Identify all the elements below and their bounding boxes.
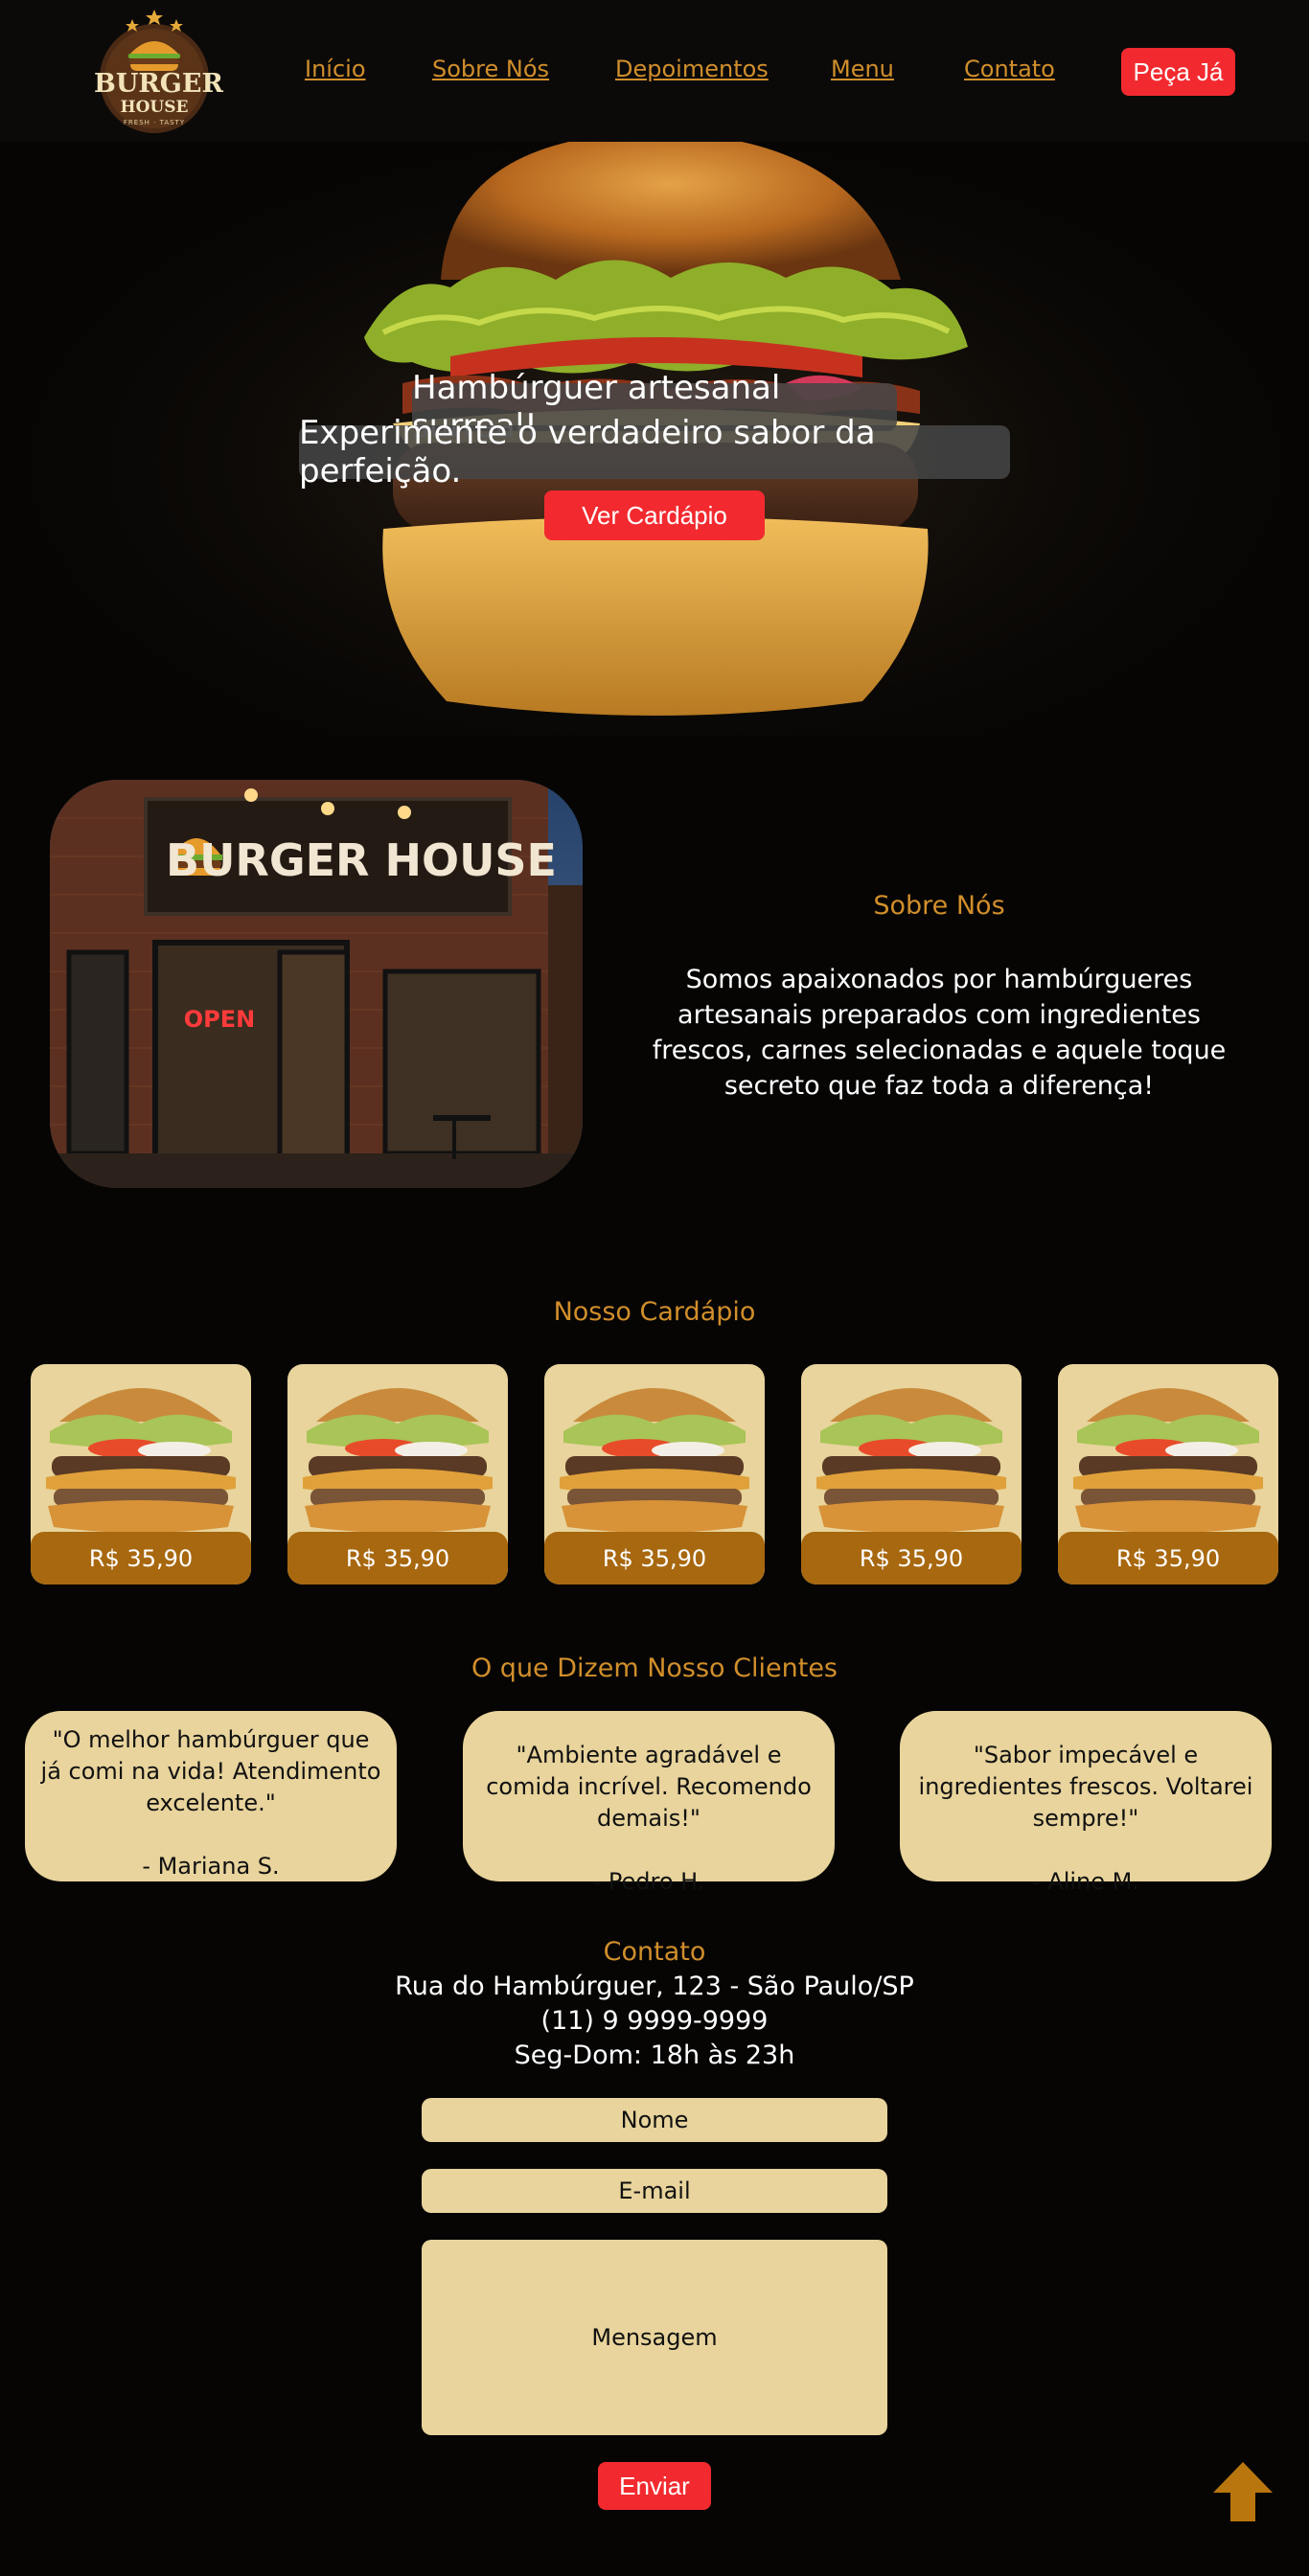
menu-item-price: R$ 35,90 bbox=[31, 1532, 251, 1584]
testimonial-card: "Ambiente agradável e comida incrível. R… bbox=[463, 1711, 835, 1895]
menu-item-price: R$ 35,90 bbox=[801, 1532, 1022, 1584]
contact-address: Rua do Hambúrguer, 123 - São Paulo/SP bbox=[395, 1972, 914, 2001]
message-field[interactable]: Mensagem bbox=[422, 2240, 887, 2435]
nav-link-menu[interactable]: Menu bbox=[831, 56, 894, 82]
hero-section: Hambúrguer artesanal surreal! Experiment… bbox=[0, 126, 1309, 736]
order-now-button[interactable]: Peça Já bbox=[1121, 48, 1235, 96]
back-to-top-button[interactable] bbox=[1211, 2460, 1275, 2523]
testimonial-author: - Mariana S. bbox=[142, 1853, 280, 1880]
menu-burger-image bbox=[46, 1388, 236, 1533]
nav-link-inicio[interactable]: Início bbox=[305, 56, 366, 82]
email-field[interactable] bbox=[422, 2169, 887, 2213]
menu-burger-image bbox=[303, 1388, 493, 1533]
send-button[interactable]: Enviar bbox=[598, 2462, 711, 2510]
about-text: Somos apaixonados por hambúrgueres artes… bbox=[652, 965, 1227, 1101]
testimonial-author: - Pedro H. bbox=[592, 1868, 705, 1895]
menu-burger-image bbox=[1073, 1388, 1263, 1533]
arrow-up-icon bbox=[1213, 2462, 1273, 2521]
menu-item-price: R$ 35,90 bbox=[544, 1532, 765, 1584]
message-placeholder: Mensagem bbox=[591, 2324, 718, 2351]
menu-item-card[interactable]: R$ 35,90 bbox=[287, 1364, 508, 1584]
logo-tagline: FRESH · TASTY bbox=[123, 119, 186, 126]
menu-item-price: R$ 35,90 bbox=[287, 1532, 508, 1584]
menu-burger-image bbox=[560, 1388, 749, 1533]
nav-link-depoimentos[interactable]: Depoimentos bbox=[615, 56, 769, 82]
menu-item-price: R$ 35,90 bbox=[1058, 1532, 1278, 1584]
menu-title: Nosso Cardápio bbox=[553, 1297, 756, 1327]
view-menu-button[interactable]: Ver Cardápio bbox=[544, 490, 765, 540]
testimonial-card: "Sabor impecável e ingredientes frescos.… bbox=[900, 1711, 1272, 1895]
testimonial-author: - Aline M. bbox=[1032, 1868, 1139, 1895]
burger-house-logo[interactable]: BURGER HOUSE FRESH · TASTY bbox=[94, 6, 223, 134]
testimonial-quote: "Ambiente agradável e comida incrível. R… bbox=[486, 1742, 812, 1832]
open-sign: OPEN bbox=[184, 1006, 255, 1033]
contact-title: Contato bbox=[603, 1937, 706, 1967]
testimonials-title: O que Dizem Nosso Clientes bbox=[471, 1653, 838, 1683]
menu-item-card[interactable]: R$ 35,90 bbox=[801, 1364, 1022, 1584]
site-header: BURGER HOUSE FRESH · TASTY Início Sobre … bbox=[0, 0, 1309, 142]
logo-wordmark-sub: HOUSE bbox=[120, 98, 189, 117]
hero-subheadline: Experimente o verdadeiro sabor da perfei… bbox=[299, 414, 1010, 490]
storefront-illustration: BURGER HOUSE OPEN bbox=[50, 780, 583, 1188]
storefront-image: BURGER HOUSE OPEN bbox=[50, 780, 583, 1188]
menu-item-card[interactable]: R$ 35,90 bbox=[1058, 1364, 1278, 1584]
menu-item-card[interactable]: R$ 35,90 bbox=[31, 1364, 251, 1584]
about-title: Sobre Nós bbox=[873, 891, 1005, 921]
testimonial-quote: "Sabor impecável e ingredientes frescos.… bbox=[918, 1742, 1253, 1832]
contact-phone: (11) 9 9999-9999 bbox=[540, 2006, 769, 2036]
name-field[interactable] bbox=[422, 2098, 887, 2142]
store-sign-text: BURGER HOUSE bbox=[166, 834, 557, 886]
menu-burger-image bbox=[816, 1388, 1006, 1533]
contact-hours: Seg-Dom: 18h às 23h bbox=[514, 2040, 795, 2070]
nav-link-sobre-nos[interactable]: Sobre Nós bbox=[432, 56, 549, 82]
logo-wordmark: BURGER bbox=[94, 69, 223, 99]
testimonial-card: "O melhor hambúrguer que já comi na vida… bbox=[25, 1711, 397, 1881]
menu-item-card[interactable]: R$ 35,90 bbox=[544, 1364, 765, 1584]
nav-link-contato[interactable]: Contato bbox=[964, 56, 1055, 82]
testimonial-quote: "O melhor hambúrguer que já comi na vida… bbox=[40, 1726, 381, 1816]
